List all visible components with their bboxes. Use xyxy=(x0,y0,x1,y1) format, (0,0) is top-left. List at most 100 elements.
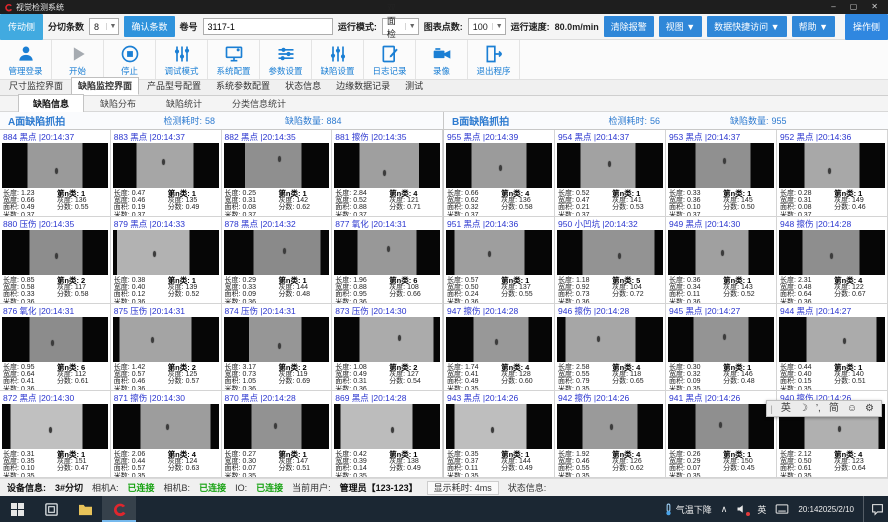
system-config-button[interactable]: 系统配置 xyxy=(208,40,260,79)
defect-cell[interactable]: 952 黑点 |20:14:36 长度:0.28 宽度:0.31 面积:0.08… xyxy=(777,130,888,217)
maximize-button[interactable]: ▢ xyxy=(850,0,858,14)
defect-image[interactable] xyxy=(668,404,774,449)
defect-image[interactable] xyxy=(446,143,552,188)
hidden-icons-chevron[interactable]: ∧ xyxy=(721,504,728,515)
data-quick-access-menu-button[interactable]: 数据快捷访问 ▼ xyxy=(707,16,786,37)
ime-simplified-toggle[interactable]: 简 xyxy=(829,401,839,416)
defect-cell[interactable]: 945 黑点 |20:14:27 长度:0.30 宽度:0.32 面积:0.09… xyxy=(666,304,777,391)
defect-cell[interactable]: 878 黑点 |20:14:32 长度:0.29 宽度:0.33 面积:0.09… xyxy=(222,217,333,304)
defect-image[interactable] xyxy=(557,317,663,362)
defect-image[interactable] xyxy=(2,143,108,188)
defect-cell[interactable]: 941 黑点 |20:14:26 长度:0.26 宽度:0.29 面积:0.07… xyxy=(666,391,777,478)
clear-alarm-button[interactable]: 清除报警 xyxy=(604,16,654,37)
defect-cell[interactable]: 948 擦伤 |20:14:28 长度:2.31 宽度:0.48 面积:0.64… xyxy=(777,217,888,304)
slit-count-select[interactable]: 8▼ xyxy=(89,18,119,35)
defect-cell[interactable]: 951 黑点 |20:14:36 长度:0.57 宽度:0.50 面积:0.24… xyxy=(444,217,555,304)
defect-image[interactable] xyxy=(334,143,440,188)
minimize-button[interactable]: – xyxy=(831,0,835,14)
subtab-defect-distribution[interactable]: 缺陷分布 xyxy=(86,95,150,112)
defect-cell[interactable]: 869 黑点 |20:14:28 长度:0.42 宽度:0.39 面积:0.14… xyxy=(332,391,443,478)
task-view-button[interactable] xyxy=(34,496,68,522)
log-record-button[interactable]: 日志记录 xyxy=(364,40,416,79)
ime-toolbar[interactable]: | 英 ☽ ’, 简 ☺ ⚙ xyxy=(766,400,883,417)
ime-emoji-icon[interactable]: ☺ xyxy=(847,401,857,416)
notification-center-button[interactable] xyxy=(863,496,884,522)
defect-image[interactable] xyxy=(2,317,108,362)
defect-image[interactable] xyxy=(668,143,774,188)
defect-image[interactable] xyxy=(113,143,219,188)
tab-system-parameter-config[interactable]: 系统参数配置 xyxy=(209,77,277,95)
inspection-app-taskbar-button[interactable] xyxy=(102,496,136,522)
defect-cell[interactable]: 870 黑点 |20:14:28 长度:0.27 宽度:0.30 面积:0.07… xyxy=(222,391,333,478)
touch-keyboard-icon[interactable] xyxy=(775,504,789,514)
defect-cell[interactable]: 943 黑点 |20:14:26 长度:0.35 宽度:0.37 面积:0.11… xyxy=(444,391,555,478)
defect-image[interactable] xyxy=(557,404,663,449)
confirm-count-button[interactable]: 确认条数 xyxy=(124,16,174,37)
roll-number-input[interactable] xyxy=(203,18,333,35)
defect-image[interactable] xyxy=(113,404,219,449)
defect-image[interactable] xyxy=(224,230,330,275)
file-explorer-button[interactable] xyxy=(68,496,102,522)
defect-image[interactable] xyxy=(334,317,440,362)
ime-language-toggle[interactable]: 英 xyxy=(781,401,791,416)
defect-cell[interactable]: 875 压伤 |20:14:31 长度:1.42 宽度:0.57 面积:0.46… xyxy=(111,304,222,391)
ime-drag-handle[interactable]: | xyxy=(771,404,773,414)
ime-language-indicator[interactable]: 英 xyxy=(757,503,766,516)
tab-status-info[interactable]: 状态信息 xyxy=(278,77,328,95)
defect-image[interactable] xyxy=(446,404,552,449)
defect-image[interactable] xyxy=(224,404,330,449)
defect-image[interactable] xyxy=(224,143,330,188)
admin-login-button[interactable]: 管理登录 xyxy=(0,40,52,79)
ime-settings-gear-icon[interactable]: ⚙ xyxy=(865,401,874,416)
debug-mode-button[interactable]: 调试模式 xyxy=(156,40,208,79)
defect-image[interactable] xyxy=(668,230,774,275)
defect-cell[interactable]: 871 擦伤 |20:14:30 长度:2.06 宽度:0.44 面积:0.57… xyxy=(111,391,222,478)
subtab-defect-statistics[interactable]: 缺陷统计 xyxy=(152,95,216,112)
defect-cell[interactable]: 946 擦伤 |20:14:28 长度:2.58 宽度:0.55 面积:0.79… xyxy=(555,304,666,391)
defect-image[interactable] xyxy=(446,317,552,362)
defect-image[interactable] xyxy=(668,317,774,362)
defect-cell[interactable]: 953 黑点 |20:14:37 长度:0.33 宽度:0.36 面积:0.10… xyxy=(666,130,777,217)
taskbar-clock[interactable]: 20:14 2025/2/10 xyxy=(798,505,854,514)
defect-image[interactable] xyxy=(2,404,108,449)
defect-settings-button[interactable]: 缺陷设置 xyxy=(312,40,364,79)
defect-cell[interactable]: 942 擦伤 |20:14:26 长度:1.92 宽度:0.46 面积:0.55… xyxy=(555,391,666,478)
defect-image[interactable] xyxy=(334,230,440,275)
defect-image[interactable] xyxy=(557,230,663,275)
help-menu-button[interactable]: 帮助 ▼ xyxy=(792,16,835,37)
view-menu-button[interactable]: 视图 ▼ xyxy=(659,16,702,37)
ime-punctuation-icon[interactable]: ’, xyxy=(816,401,821,416)
parameter-settings-button[interactable]: 参数设置 xyxy=(260,40,312,79)
defect-image[interactable] xyxy=(224,317,330,362)
chart-points-select[interactable]: 100▼ xyxy=(468,18,506,35)
volume-icon[interactable] xyxy=(736,503,748,515)
defect-cell[interactable]: 883 黑点 |20:14:37 长度:0.47 宽度:0.46 面积:0.19… xyxy=(111,130,222,217)
defect-cell[interactable]: 881 擦伤 |20:14:35 长度:2.84 宽度:0.52 面积:0.88… xyxy=(332,130,443,217)
defect-image[interactable] xyxy=(779,143,885,188)
exit-program-button[interactable]: 退出程序 xyxy=(468,40,520,79)
close-button[interactable]: ✕ xyxy=(871,0,878,14)
tab-edge-data-record[interactable]: 边缘数据记录 xyxy=(329,77,397,95)
defect-cell[interactable]: 877 氧化 |20:14:31 长度:1.96 宽度:0.88 面积:0.95… xyxy=(332,217,443,304)
tab-test[interactable]: 测试 xyxy=(398,77,430,95)
defect-cell[interactable]: 872 黑点 |20:14:30 长度:0.31 宽度:0.35 面积:0.10… xyxy=(0,391,111,478)
defect-cell[interactable]: 884 黑点 |20:14:37 长度:1.23 宽度:0.66 面积:0.49… xyxy=(0,130,111,217)
defect-image[interactable] xyxy=(779,317,885,362)
defect-cell[interactable]: 882 黑点 |20:14:35 长度:0.25 宽度:0.31 面积:0.08… xyxy=(222,130,333,217)
defect-cell[interactable]: 947 擦伤 |20:14:28 长度:1.74 宽度:0.41 面积:0.49… xyxy=(444,304,555,391)
operator-side-button[interactable]: 操作侧 xyxy=(845,14,888,40)
defect-cell[interactable]: 880 压伤 |20:14:35 长度:0.85 宽度:0.58 面积:0.33… xyxy=(0,217,111,304)
defect-cell[interactable]: 950 小凹坑 |20:14:32 长度:1.18 宽度:0.92 面积:0.7… xyxy=(555,217,666,304)
tab-size-monitor[interactable]: 尺寸监控界面 xyxy=(2,77,70,95)
defect-cell[interactable]: 873 压伤 |20:14:30 长度:1.08 宽度:0.49 面积:0.31… xyxy=(332,304,443,391)
defect-cell[interactable]: 879 黑点 |20:14:33 长度:0.38 宽度:0.40 面积:0.12… xyxy=(111,217,222,304)
start-button[interactable] xyxy=(0,496,34,522)
defect-image[interactable] xyxy=(113,230,219,275)
defect-cell[interactable]: 949 黑点 |20:14:30 长度:0.36 宽度:0.34 面积:0.11… xyxy=(666,217,777,304)
defect-image[interactable] xyxy=(113,317,219,362)
defect-cell[interactable]: 876 氧化 |20:14:31 长度:0.95 宽度:0.64 面积:0.41… xyxy=(0,304,111,391)
defect-image[interactable] xyxy=(334,404,440,449)
subtab-defect-info[interactable]: 缺陷信息 xyxy=(18,94,84,113)
defect-cell[interactable]: 874 压伤 |20:14:31 长度:3.17 宽度:0.73 面积:1.05… xyxy=(222,304,333,391)
defect-image[interactable] xyxy=(446,230,552,275)
